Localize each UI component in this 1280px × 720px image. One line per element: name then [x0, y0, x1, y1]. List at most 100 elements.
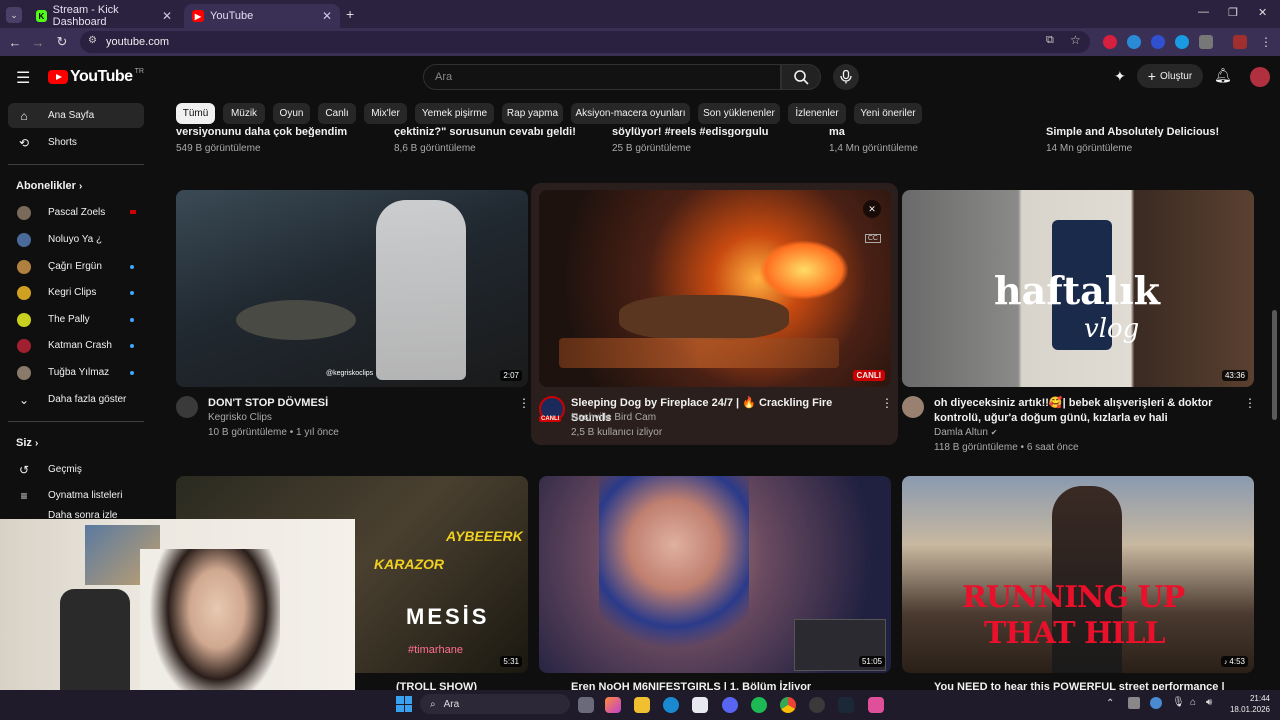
- create-button[interactable]: + Oluştur: [1137, 64, 1203, 88]
- channel-avatar[interactable]: [176, 396, 198, 418]
- video-title[interactable]: versiyonunu daha çok beğendim: [176, 125, 347, 137]
- close-tab-icon[interactable]: ✕: [322, 9, 332, 23]
- forward-button[interactable]: →: [27, 31, 49, 53]
- video-title[interactable]: söylüyor! #reels #edisgorgulu: [612, 125, 769, 137]
- sidebar-item-home[interactable]: ⌂ Ana Sayfa: [8, 103, 144, 128]
- hamburger-menu-icon[interactable]: ☰: [16, 68, 30, 88]
- you-header[interactable]: Siz ›: [16, 437, 38, 449]
- new-tab-button[interactable]: +: [346, 6, 354, 22]
- sidebar-item-channel[interactable]: Noluyo Ya ¿: [8, 227, 144, 252]
- extension-icon[interactable]: [1103, 35, 1117, 49]
- sidebar-item-channel[interactable]: Tuğba Yılmaz: [8, 360, 144, 385]
- video-title[interactable]: ma: [829, 125, 845, 137]
- video-title[interactable]: Eren NoOH M6NIFESTGIRLS | 1. Bölüm İzliy…: [571, 680, 871, 690]
- install-app-icon[interactable]: ⧉: [1046, 34, 1054, 47]
- chip-gaming[interactable]: Oyun: [273, 103, 310, 124]
- video-thumbnail[interactable]: RUNNING UP THAT HILL ♪ 4:53: [902, 476, 1254, 673]
- reload-button[interactable]: ↻: [51, 31, 73, 53]
- discord-icon[interactable]: [722, 697, 738, 713]
- task-view-icon[interactable]: [578, 697, 594, 713]
- more-options-icon[interactable]: ⋮: [518, 396, 530, 410]
- channel-name[interactable]: Damla Altun ✔: [934, 427, 997, 438]
- chip-live[interactable]: Canlı: [318, 103, 356, 124]
- video-thumbnail[interactable]: ✕ CC CANLI: [539, 190, 891, 387]
- youtube-logo[interactable]: YouTube TR: [48, 68, 144, 86]
- sidebar-item-channel[interactable]: Katman Crash: [8, 333, 144, 358]
- chip-mixes[interactable]: Mix'ler: [364, 103, 407, 124]
- sidebar-item-channel[interactable]: Çağrı Ergün: [8, 254, 144, 279]
- video-thumbnail[interactable]: 51:05: [539, 476, 891, 673]
- sidebar-item-history[interactable]: ↺ Geçmiş: [8, 457, 144, 482]
- file-explorer-icon[interactable]: [634, 697, 650, 713]
- cast-icon[interactable]: ✦: [1114, 68, 1126, 85]
- sidebar-item-playlists[interactable]: ≡ Oynatma listeleri: [8, 483, 144, 508]
- sidebar-item-channel[interactable]: The Pally: [8, 307, 144, 332]
- search-input[interactable]: Ara: [423, 64, 781, 90]
- tab-kick-dashboard[interactable]: K Stream - Kick Dashboard ✕: [28, 4, 180, 28]
- extension-icon[interactable]: [1127, 35, 1141, 49]
- obs-icon[interactable]: [809, 697, 825, 713]
- taskbar-search[interactable]: ⌕ Ara: [420, 694, 570, 714]
- search-button[interactable]: [781, 64, 821, 90]
- video-title[interactable]: çektiniz?" sorusunun cevabı geldi!: [394, 125, 576, 137]
- chip-watched[interactable]: İzlenenler: [788, 103, 846, 124]
- copilot-icon[interactable]: [605, 697, 621, 713]
- captions-icon[interactable]: CC: [864, 234, 881, 243]
- steam-icon[interactable]: [838, 697, 854, 713]
- minimize-button[interactable]: —: [1198, 6, 1209, 18]
- restore-button[interactable]: ❐: [1228, 6, 1238, 19]
- close-tab-icon[interactable]: ✕: [162, 9, 172, 23]
- browser-menu-icon[interactable]: ⋮: [1260, 35, 1272, 49]
- video-thumbnail[interactable]: haftalık vlog 43:36: [902, 190, 1254, 387]
- mic-tray-icon[interactable]: 🎙︎: [1172, 697, 1185, 708]
- chrome-icon[interactable]: [780, 697, 796, 713]
- video-thumbnail[interactable]: @kegriskoclips 2:07: [176, 190, 528, 387]
- chip-all[interactable]: Tümü: [176, 103, 215, 124]
- tab-search-button[interactable]: ⌄: [6, 7, 22, 23]
- extension-icon[interactable]: [1151, 35, 1165, 49]
- video-title[interactable]: oh diyeceksiniz artık!!🥰| bebek alışveri…: [934, 396, 1234, 426]
- spotify-icon[interactable]: [751, 697, 767, 713]
- mute-icon[interactable]: ✕: [863, 200, 881, 218]
- network-icon[interactable]: ⌂: [1190, 697, 1196, 708]
- chip-new-to-you[interactable]: Yeni öneriler: [854, 103, 922, 124]
- site-info-icon[interactable]: ⚙: [88, 35, 97, 46]
- edge-icon[interactable]: [663, 697, 679, 713]
- video-title[interactable]: (TROLL SHOW): [396, 680, 477, 690]
- bookmark-star-icon[interactable]: ☆: [1070, 33, 1081, 47]
- app-icon[interactable]: [868, 697, 884, 713]
- store-icon[interactable]: [692, 697, 708, 713]
- notifications-bell-icon[interactable]: 🔔︎: [1214, 67, 1232, 84]
- back-button[interactable]: ←: [4, 31, 26, 53]
- sidebar-show-more[interactable]: ⌄ Daha fazla göster: [8, 387, 144, 412]
- chip-action-adventure[interactable]: Aksiyon-macera oyunları: [571, 103, 690, 124]
- sidebar-item-channel[interactable]: Kegri Clips: [8, 280, 144, 305]
- start-button[interactable]: [396, 696, 412, 712]
- extensions-puzzle-icon[interactable]: [1199, 35, 1213, 49]
- channel-name[interactable]: Kegrisko Clips: [208, 412, 272, 423]
- tray-chevron-icon[interactable]: ⌃: [1106, 698, 1114, 709]
- chip-cooking[interactable]: Yemek pişirme: [415, 103, 494, 124]
- taskbar-clock[interactable]: 21:44 18.01.2026: [1226, 693, 1270, 715]
- more-options-icon[interactable]: ⋮: [881, 396, 893, 410]
- chip-recently-uploaded[interactable]: Son yüklenenler: [698, 103, 780, 124]
- sidebar-item-shorts[interactable]: ⟲ Shorts: [8, 130, 144, 155]
- address-bar[interactable]: ⚙ youtube.com ⧉ ☆: [80, 31, 1090, 53]
- profile-avatar[interactable]: [1233, 35, 1247, 49]
- more-options-icon[interactable]: ⋮: [1244, 396, 1256, 410]
- close-window-button[interactable]: ✕: [1258, 6, 1267, 19]
- account-avatar[interactable]: [1250, 67, 1270, 87]
- channel-avatar[interactable]: [902, 396, 924, 418]
- volume-icon[interactable]: 🔊︎: [1206, 697, 1212, 708]
- video-title[interactable]: DON'T STOP DÖVMESİ: [208, 396, 498, 411]
- video-title[interactable]: You NEED to hear this POWERFUL street pe…: [934, 680, 1234, 690]
- tray-icon[interactable]: [1150, 697, 1162, 709]
- chip-rap[interactable]: Rap yapma: [502, 103, 563, 124]
- extension-icon[interactable]: [1175, 35, 1189, 49]
- subscriptions-header[interactable]: Abonelikler ›: [16, 180, 82, 192]
- tab-youtube[interactable]: ▶ YouTube ✕: [184, 4, 340, 28]
- tray-icon[interactable]: [1128, 697, 1140, 709]
- channel-name[interactable]: Nashville Bird Cam: [571, 412, 656, 423]
- voice-search-button[interactable]: [833, 64, 859, 90]
- sidebar-item-channel[interactable]: Pascal Zoels: [8, 200, 144, 225]
